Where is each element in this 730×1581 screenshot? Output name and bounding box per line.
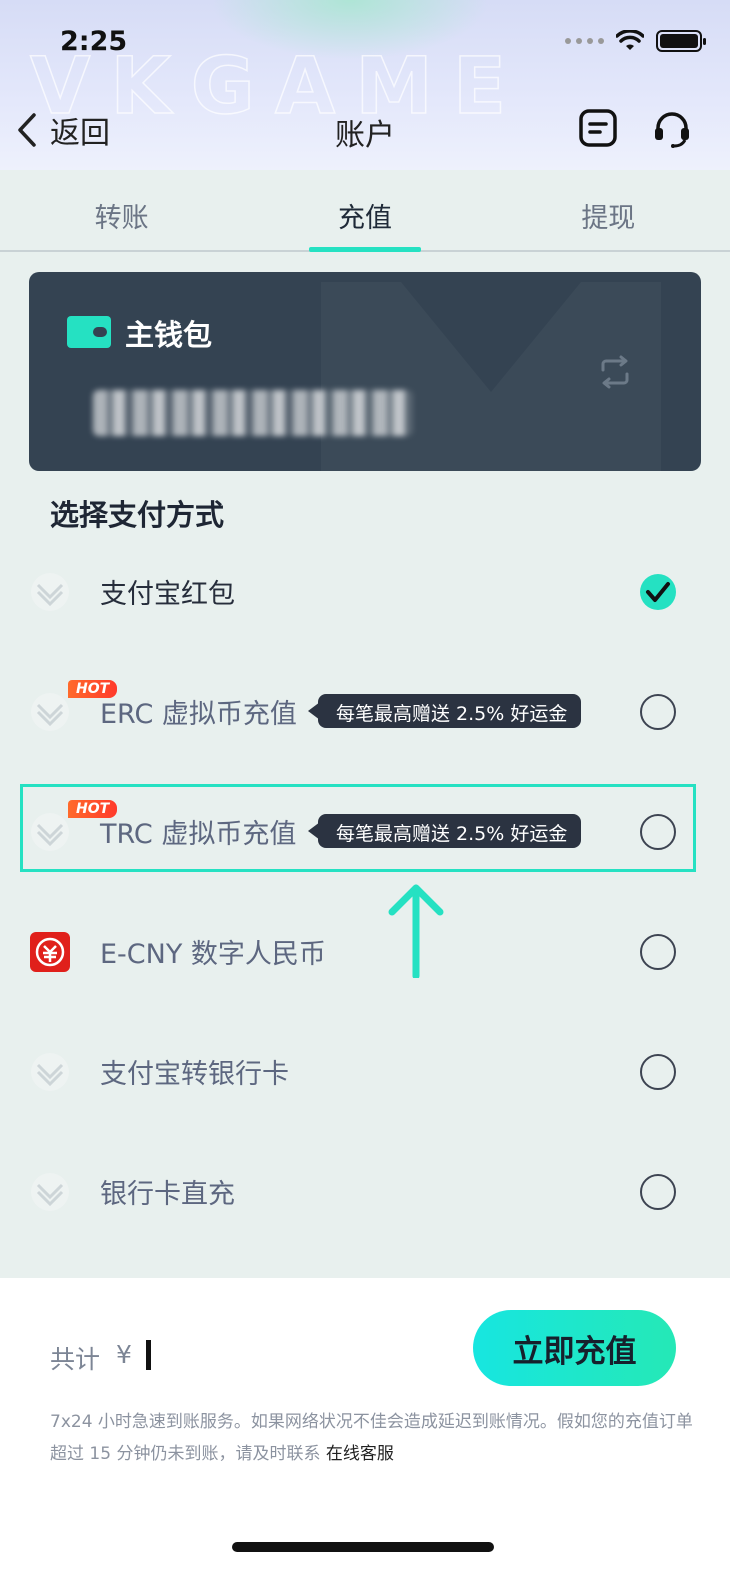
vk-logo-icon <box>31 1053 69 1091</box>
refresh-icon[interactable] <box>595 352 635 392</box>
vk-logo-icon <box>31 1173 69 1211</box>
battery-icon <box>656 30 706 52</box>
promo-badge: 每笔最高赠送 2.5% 好运金 <box>307 694 582 728</box>
highlight-box <box>20 784 696 872</box>
payment-method-label: E-CNY 数字人民币 <box>100 939 326 970</box>
payment-method-label: ERC 虚拟币充值 <box>100 699 297 730</box>
tab-bar: 转账 充值 提现 <box>0 170 730 252</box>
section-title: 选择支付方式 <box>50 498 225 532</box>
checkmark-icon <box>646 582 670 602</box>
tab-withdraw[interactable]: 提现 <box>487 170 730 250</box>
radio-checked[interactable] <box>640 574 676 610</box>
wallet-balance-blurred <box>93 390 413 436</box>
currency-symbol: ¥ <box>116 1340 132 1369</box>
wallet-icon <box>67 316 111 348</box>
header: VKGAME 2:25 返回 账户 <box>0 0 730 170</box>
home-indicator <box>232 1542 494 1552</box>
total-label: 共计 <box>50 1345 101 1374</box>
payment-method-erc[interactable]: HOT ERC 虚拟币充值 每笔最高赠送 2.5% 好运金 <box>20 668 696 756</box>
wifi-icon <box>616 30 644 50</box>
amount-input[interactable] <box>146 1340 151 1370</box>
radio-unchecked[interactable] <box>640 934 676 970</box>
tab-deposit[interactable]: 充值 <box>243 170 486 252</box>
radio-unchecked[interactable] <box>640 1174 676 1210</box>
payment-method-label: 银行卡直充 <box>100 1179 235 1210</box>
status-icons <box>565 30 706 52</box>
tab-transfer[interactable]: 转账 <box>0 170 243 250</box>
notice-text: 7x24 小时急速到账服务。如果网络状况不佳会造成延迟到账情况。假如您的充值订单… <box>50 1406 698 1470</box>
payment-method-label: 支付宝红包 <box>100 579 235 610</box>
radio-unchecked[interactable] <box>640 1054 676 1090</box>
ecny-icon <box>30 932 70 972</box>
wallet-card: 主钱包 <box>29 272 701 471</box>
records-icon[interactable] <box>578 108 618 148</box>
payment-method-alipay-redpacket[interactable]: 支付宝红包 <box>20 548 696 636</box>
payment-method-ecny[interactable]: E-CNY 数字人民币 <box>20 908 696 996</box>
support-link[interactable]: 在线客服 <box>326 1444 394 1464</box>
payment-method-label: 支付宝转银行卡 <box>100 1059 289 1090</box>
page-title: 账户 <box>335 118 395 153</box>
payment-method-alipay-bank[interactable]: 支付宝转银行卡 <box>20 1028 696 1116</box>
headset-icon[interactable] <box>652 108 692 148</box>
footer: 共计 ¥ 立即充值 7x24 小时急速到账服务。如果网络状况不佳会造成延迟到账情… <box>0 1278 730 1581</box>
payment-method-bank-card[interactable]: 银行卡直充 <box>20 1148 696 1236</box>
status-time: 2:25 <box>60 26 128 57</box>
signal-icon <box>565 38 604 44</box>
vk-logo-icon <box>31 693 69 731</box>
vk-logo-icon <box>31 573 69 611</box>
submit-deposit-button[interactable]: 立即充值 <box>473 1310 676 1386</box>
wallet-title: 主钱包 <box>125 318 213 352</box>
radio-unchecked[interactable] <box>640 694 676 730</box>
